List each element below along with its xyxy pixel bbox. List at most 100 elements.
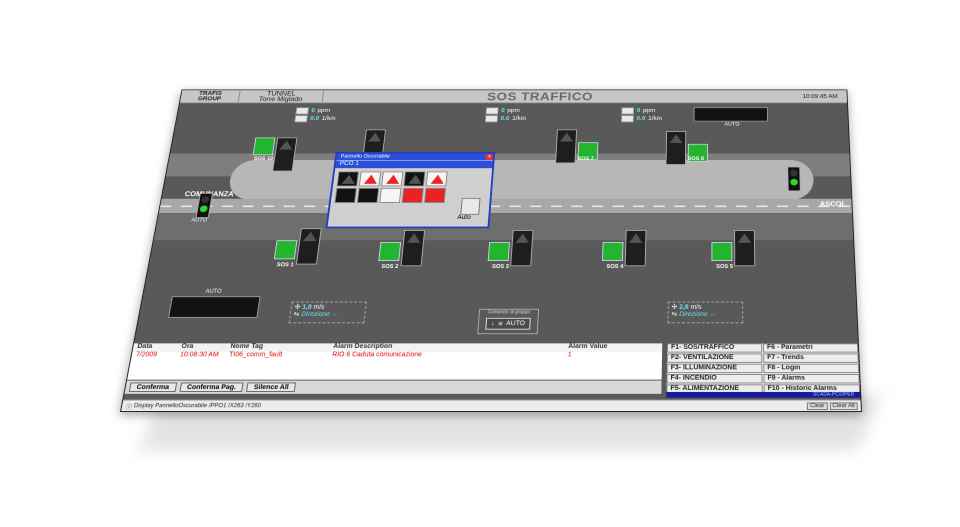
sign-option[interactable] — [356, 187, 380, 203]
opacity-sensor-icon — [484, 115, 499, 123]
opacity-unit: 1/km — [648, 115, 662, 122]
sos-label: SOS 2 — [381, 264, 399, 270]
wind-sensor-2[interactable]: ✣ 2,8 m/s ⇆ Direzione ← — [667, 301, 744, 324]
warning-sign[interactable] — [734, 229, 756, 267]
fkey-login[interactable]: F8 - Login — [763, 363, 860, 374]
sign-option[interactable] — [358, 171, 382, 187]
location-right: ASCOL — [819, 200, 847, 208]
function-key-menu: F1- SOS/TRAFFICO F6 - Parametri F2- VENT… — [666, 343, 861, 394]
status-buttons: Clear Clear All — [807, 402, 861, 411]
col-header-description: Alarm Description — [332, 343, 393, 350]
clear-all-button[interactable]: Clear All — [829, 402, 858, 411]
sign-option[interactable] — [381, 171, 404, 187]
scada-screen: TRAFIS GROUP TUNNEL Torre Miglado SOS TR… — [120, 89, 862, 412]
sign-option[interactable] — [401, 187, 424, 203]
warning-triangle-icon — [363, 174, 378, 184]
fkey-ventilazione[interactable]: F2- VENTILAZIONE — [666, 353, 763, 363]
panel-popup-window[interactable]: Pannello Oscurabile x PCO 1 Auto — [325, 151, 496, 229]
fkey-incendio[interactable]: F4- INCENDIO — [666, 374, 763, 384]
status-bar: ⓘ Display PannelloOscurabile /PPO1 /X263… — [121, 399, 861, 412]
co-value: 0 — [636, 108, 641, 114]
message-panel-top[interactable] — [693, 107, 769, 122]
message-panel-bottom[interactable] — [168, 296, 261, 318]
fkey-sos-traffico[interactable]: F1- SOS/TRAFFICO — [667, 343, 763, 353]
sign-option[interactable] — [425, 171, 448, 187]
warning-triangle-icon — [669, 134, 683, 144]
warning-sign[interactable] — [624, 229, 647, 267]
header-bar: TRAFIS GROUP TUNNEL Torre Miglado SOS TR… — [179, 89, 848, 104]
confirm-page-button[interactable]: Conferma Pag. — [179, 382, 244, 392]
group-auto-button[interactable]: ↓ ✕ AUTO — [485, 317, 531, 330]
wind-direction-label: Direzione — [300, 311, 331, 318]
status-text: Display PannelloOscurabile /PPO1 /X263 /… — [133, 403, 262, 410]
opacity-sensor-icon — [294, 115, 308, 123]
group-command-title: Comando di gruppo — [487, 309, 531, 316]
opacity-value: 0.0 — [309, 115, 320, 122]
warning-sign[interactable] — [665, 131, 687, 165]
sos-station-top-1[interactable] — [250, 137, 298, 172]
red-lamp — [790, 169, 798, 177]
sign-option[interactable] — [403, 171, 426, 187]
sos-station-bottom-1[interactable] — [273, 228, 322, 265]
auto-label: AUTO — [724, 122, 740, 128]
wind-direction-label: Direzione — [679, 311, 708, 318]
sos-phone-icon — [711, 241, 733, 262]
lane-divider — [160, 205, 852, 208]
auto-label: AUTO — [205, 289, 222, 295]
opacity-unit: 1/km — [511, 115, 527, 122]
warning-sign[interactable] — [295, 228, 322, 265]
sos-station-bottom-2[interactable] — [378, 229, 426, 267]
fkey-trends[interactable]: F7 - Trends — [763, 353, 859, 363]
alarm-table-empty-area — [127, 360, 662, 380]
opacity-unit: 1/km — [321, 115, 336, 122]
tunnel-name: Torre Miglado — [258, 95, 303, 103]
wind-sensor-1[interactable]: ✣ 1,8 m/s ⇆ Direzione ← — [288, 301, 367, 324]
alarm-date: 7/2009 — [135, 351, 158, 359]
popup-auto-label: Auto — [457, 214, 472, 221]
close-button[interactable]: x — [485, 153, 494, 160]
company-line2: GROUP — [197, 96, 222, 102]
warning-sign[interactable] — [510, 229, 534, 267]
confirm-button[interactable]: Conferma — [128, 382, 177, 392]
company-logo: TRAFIS GROUP — [180, 90, 241, 102]
air-sensor-2[interactable]: 0 ppm 0.0 1/km — [484, 107, 527, 123]
info-icon: ⓘ — [125, 404, 133, 411]
sos-phone-icon — [252, 137, 276, 156]
warning-triangle-icon — [629, 233, 643, 243]
arrow-left-icon: ← — [709, 311, 717, 318]
co-unit: ppm — [642, 108, 656, 114]
silence-all-button[interactable]: Silence All — [246, 382, 297, 392]
traffic-light-right[interactable] — [787, 166, 801, 192]
fkey-illuminazione[interactable]: F3- ILLUMINAZIONE — [666, 363, 763, 374]
warning-triangle-icon — [341, 174, 356, 184]
sign-option[interactable] — [379, 187, 402, 203]
tunnel-info: TUNNEL Torre Miglado — [238, 90, 325, 103]
co-unit: ppm — [507, 108, 520, 114]
sos-station-bottom-5[interactable] — [711, 229, 756, 267]
opacity-value: 0.0 — [500, 115, 510, 122]
alarm-button-bar: Conferma Conferma Pag. Silence All — [124, 380, 662, 394]
co-sensor-icon — [295, 107, 310, 115]
warning-sign[interactable] — [400, 229, 426, 267]
sos-label: SOS 6 — [687, 156, 705, 162]
air-sensor-3[interactable]: 0 ppm 0.0 1/km — [620, 107, 662, 123]
sos-station-bottom-3[interactable] — [487, 229, 534, 267]
co-sensor-icon — [621, 107, 635, 115]
warning-triangle-icon — [737, 233, 752, 243]
sign-option[interactable] — [334, 187, 357, 203]
col-header-value: Alarm Value — [568, 343, 608, 350]
sign-option[interactable] — [424, 187, 447, 203]
fkey-parametri[interactable]: F6 - Parametri — [763, 343, 859, 353]
fkey-alarms[interactable]: F9 - Alarms — [763, 374, 860, 384]
sign-option[interactable] — [336, 171, 359, 187]
sos-label: SOS 4 — [606, 264, 624, 270]
clear-button[interactable]: Clear — [807, 402, 828, 411]
sign-selector-grid — [334, 171, 448, 203]
air-sensor-1[interactable]: 0 ppm 0.0 1/km — [294, 107, 337, 123]
warning-sign[interactable] — [555, 129, 578, 164]
sos-station-bottom-4[interactable] — [601, 229, 647, 267]
warning-triangle-icon — [515, 233, 530, 243]
page-title: SOS TRAFFICO — [486, 89, 594, 104]
col-header-time: Ora — [180, 343, 194, 350]
hand-icon[interactable] — [460, 197, 481, 215]
